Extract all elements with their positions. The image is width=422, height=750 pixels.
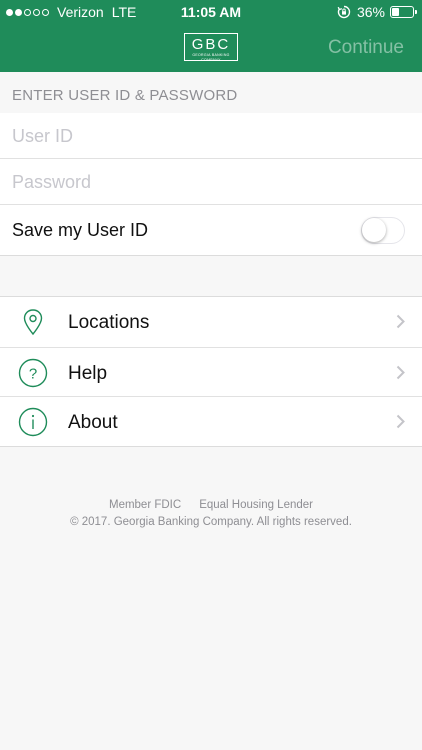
status-left: Verizon LTE (6, 4, 136, 20)
signal-dot (42, 8, 49, 16)
gbc-logo: GBC Georgia Banking Company (184, 33, 238, 62)
chevron-right-icon (396, 365, 405, 379)
battery-percent: 36% (356, 4, 385, 20)
menu-label-help: Help (68, 362, 108, 384)
member-fdic-text: Member FDIC (108, 499, 182, 511)
menu-item-locations[interactable]: Locations (0, 297, 422, 347)
chevron-right-icon (396, 414, 405, 429)
save-user-id-row: Save my User ID (0, 205, 422, 255)
battery-icon (390, 6, 417, 18)
signal-dot (24, 8, 31, 16)
info-circle-icon (18, 407, 48, 437)
chevron-right-icon (396, 314, 405, 329)
logo-subtext: Georgia Banking Company (192, 53, 230, 62)
login-form: Save my User ID (0, 113, 422, 256)
network-type: LTE (111, 4, 137, 20)
password-input[interactable] (12, 159, 412, 205)
battery-cap (415, 10, 417, 14)
footer-disclosures: Member FDIC Equal Housing Lender (0, 497, 422, 514)
question-circle-icon: ? (18, 358, 48, 387)
copyright-text: © 2017. Georgia Banking Company. All rig… (70, 516, 352, 528)
menu-item-about[interactable]: About (0, 396, 422, 446)
menu-item-help[interactable]: ? Help (0, 346, 422, 397)
signal-dot (33, 8, 40, 16)
battery-fill (392, 8, 399, 16)
menu-list: Locations ? Help About (0, 296, 422, 447)
app-header: Verizon LTE 11:05 AM 36% GBC Georgia Ban… (0, 0, 422, 72)
location-pin-icon (23, 309, 43, 336)
signal-strength-icon (6, 8, 51, 16)
status-bar: Verizon LTE 11:05 AM 36% (0, 0, 422, 24)
continue-button[interactable]: Continue (328, 37, 404, 59)
toggle-knob (362, 218, 386, 242)
equal-housing-text: Equal Housing Lender (199, 499, 313, 511)
logo-text: GBC (191, 36, 231, 53)
orientation-lock-icon (337, 5, 351, 19)
password-row (0, 159, 422, 205)
save-user-id-label: Save my User ID (12, 220, 149, 240)
menu-label-locations: Locations (68, 312, 150, 333)
carrier-name: Verizon (57, 4, 104, 20)
login-section-title: ENTER USER ID & PASSWORD (12, 87, 238, 104)
status-right: 36% (337, 4, 417, 20)
footer: Member FDIC Equal Housing Lender © 2017. … (0, 497, 422, 531)
user-id-row (0, 113, 422, 159)
svg-text:?: ? (29, 365, 37, 382)
signal-dot (6, 8, 13, 16)
user-id-input[interactable] (12, 113, 412, 159)
signal-dot (15, 8, 22, 16)
save-user-id-toggle[interactable] (361, 217, 405, 244)
menu-label-about: About (68, 412, 118, 433)
